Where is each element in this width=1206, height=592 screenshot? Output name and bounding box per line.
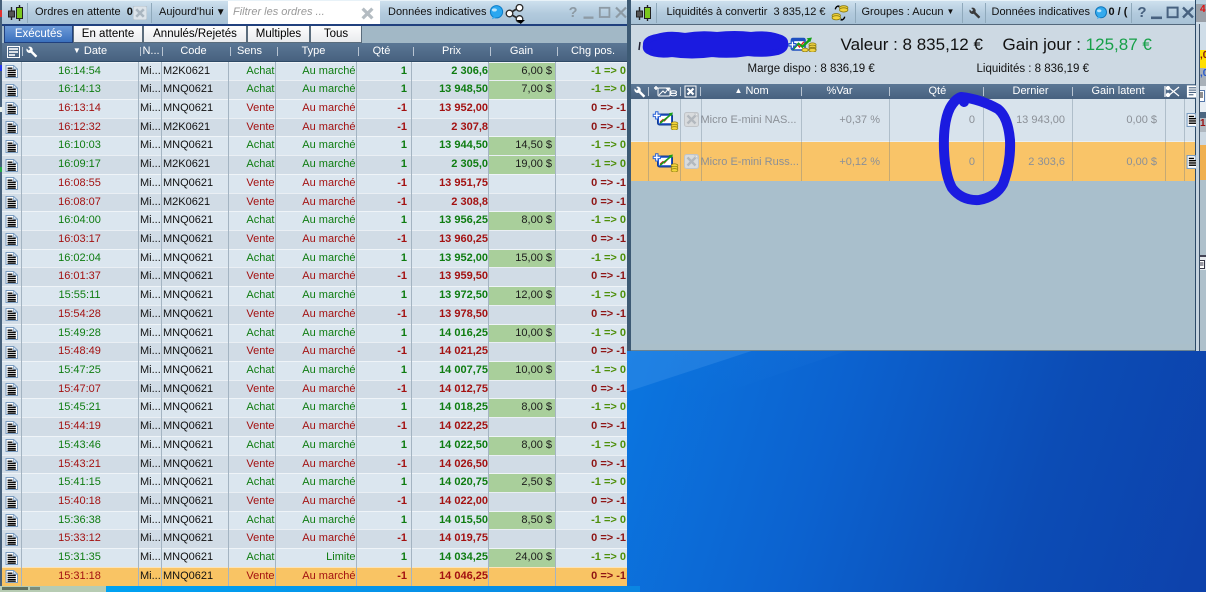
svg-text:?: ?: [569, 5, 578, 21]
svg-text:?: ?: [1137, 4, 1146, 21]
